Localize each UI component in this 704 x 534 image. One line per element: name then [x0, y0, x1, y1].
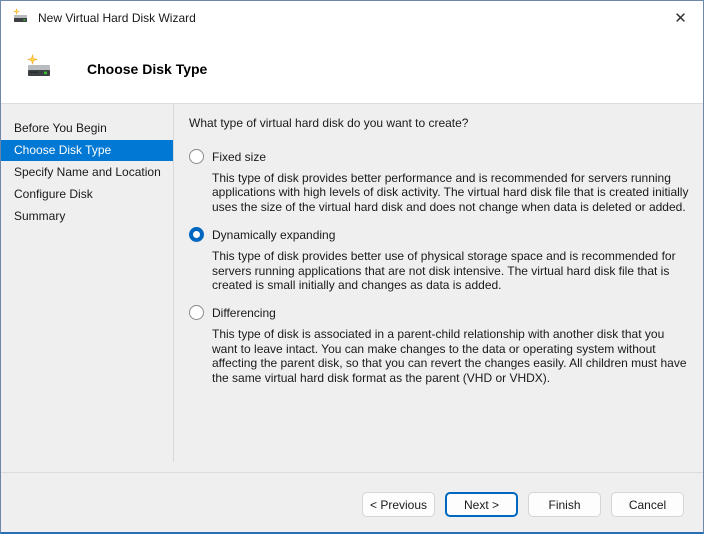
wizard-sidebar: Before You Begin Choose Disk Type Specif… — [1, 104, 173, 472]
sidebar-item-choose-disk-type[interactable]: Choose Disk Type — [1, 140, 173, 161]
finish-button[interactable]: Finish — [528, 492, 601, 517]
radio-fixed-size[interactable]: Fixed size — [189, 149, 689, 164]
window-title: New Virtual Hard Disk Wizard — [38, 11, 658, 25]
wizard-content: What type of virtual hard disk do you wa… — [173, 104, 703, 472]
previous-button[interactable]: < Previous — [362, 492, 435, 517]
wizard-window: New Virtual Hard Disk Wizard ✕ Choose Di… — [0, 0, 704, 534]
option-label: Differencing — [212, 306, 276, 320]
sidebar-divider — [173, 104, 174, 462]
new-virtual-hard-disk-icon — [25, 53, 53, 84]
wizard-header: Choose Disk Type — [1, 34, 703, 104]
close-icon: ✕ — [674, 9, 687, 27]
radio-button-icon[interactable] — [189, 227, 204, 242]
wizard-body: Before You Begin Choose Disk Type Specif… — [1, 104, 703, 472]
cancel-button[interactable]: Cancel — [611, 492, 684, 517]
option-label: Fixed size — [212, 150, 266, 164]
sidebar-item-before-you-begin[interactable]: Before You Begin — [1, 118, 173, 139]
option-description: This type of disk provides better perfor… — [212, 171, 689, 214]
option-dynamically-expanding: Dynamically expanding This type of disk … — [189, 227, 689, 292]
question-text: What type of virtual hard disk do you wa… — [189, 116, 689, 130]
close-button[interactable]: ✕ — [658, 1, 703, 34]
radio-button-icon[interactable] — [189, 149, 204, 164]
radio-differencing[interactable]: Differencing — [189, 305, 689, 320]
sidebar-item-configure-disk[interactable]: Configure Disk — [1, 184, 173, 205]
option-fixed-size: Fixed size This type of disk provides be… — [189, 149, 689, 214]
sidebar-item-specify-name-and-location[interactable]: Specify Name and Location — [1, 162, 173, 183]
option-description: This type of disk provides better use of… — [212, 249, 689, 292]
option-description: This type of disk is associated in a par… — [212, 327, 689, 385]
next-button[interactable]: Next > — [445, 492, 518, 517]
radio-button-icon[interactable] — [189, 305, 204, 320]
wizard-footer: < Previous Next > Finish Cancel — [1, 472, 703, 532]
option-label: Dynamically expanding — [212, 228, 335, 242]
radio-dynamically-expanding[interactable]: Dynamically expanding — [189, 227, 689, 242]
option-differencing: Differencing This type of disk is associ… — [189, 305, 689, 385]
sidebar-item-summary[interactable]: Summary — [1, 206, 173, 227]
title-bar: New Virtual Hard Disk Wizard ✕ — [1, 1, 703, 34]
page-title: Choose Disk Type — [87, 61, 207, 77]
new-virtual-hard-disk-icon — [12, 8, 29, 28]
